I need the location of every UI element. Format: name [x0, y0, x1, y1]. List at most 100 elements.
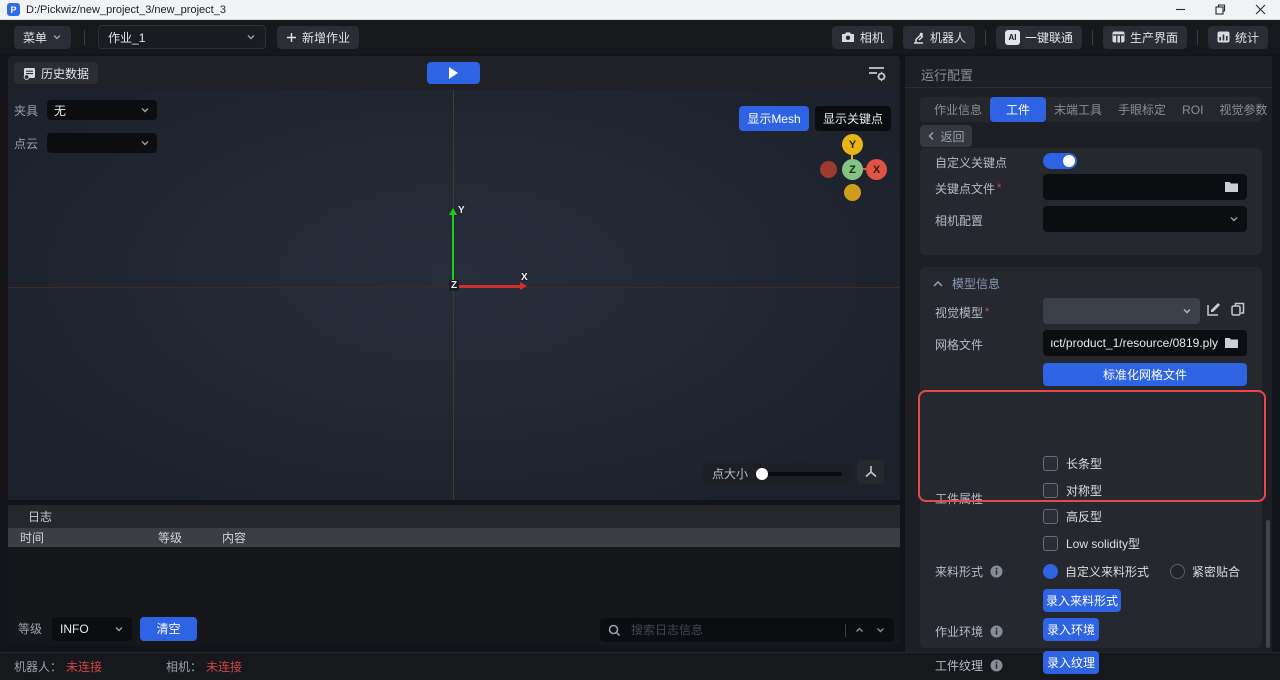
log-level-filter-label: 等级 [18, 620, 42, 637]
log-column-headers: 时间 等级 内容 [8, 528, 900, 547]
log-search[interactable] [600, 618, 894, 642]
normalize-mesh-button[interactable]: 标准化网格文件 [1043, 363, 1247, 386]
tab-job-info[interactable]: 作业信息 [926, 98, 990, 121]
camera-status-value: 未连接 [206, 658, 242, 675]
show-mesh-button[interactable]: 显示Mesh [739, 106, 809, 131]
mesh-file-input[interactable]: oduct/product_1/resource/0819.ply [1043, 330, 1247, 356]
chevron-down-icon [1229, 214, 1239, 224]
minimize-button[interactable] [1160, 0, 1200, 19]
tab-hand-eye-calibration[interactable]: 手眼标定 [1110, 98, 1174, 121]
environment-label: 作业环境 [935, 623, 983, 640]
radio-tight-fit[interactable] [1170, 564, 1185, 579]
info-icon [990, 625, 1003, 638]
tab-vision-params[interactable]: 视觉参数 [1211, 98, 1275, 121]
clear-log-button[interactable]: 清空 [140, 617, 197, 641]
point-size-track[interactable] [756, 472, 842, 476]
attr-option-row[interactable]: 对称型 [1043, 482, 1102, 499]
log-title: 日志 [28, 508, 52, 525]
production-view-button[interactable]: 生产界面 [1103, 26, 1187, 49]
info-icon [990, 565, 1003, 578]
gizmo-negy-handle[interactable] [844, 184, 861, 201]
custom-keypoint-toggle[interactable] [1043, 153, 1077, 169]
search-next-icon[interactable] [875, 625, 886, 635]
restore-button[interactable] [1200, 0, 1240, 19]
close-button[interactable] [1240, 0, 1280, 19]
one-key-connect-button[interactable]: AI 一键联通 [996, 26, 1082, 49]
robot-icon [912, 31, 925, 44]
gizmo-x-handle[interactable]: X [866, 159, 887, 180]
camera-button[interactable]: 相机 [832, 26, 893, 49]
job-select[interactable]: 作业_1 [98, 25, 266, 49]
point-size-slider[interactable]: 点大小 [703, 463, 851, 484]
model-info-label: 模型信息 [952, 275, 1000, 292]
camera-config-label: 相机配置 [935, 212, 983, 229]
search-prev-icon[interactable] [854, 625, 865, 635]
log-level-select[interactable]: INFO [52, 617, 132, 641]
folder-icon[interactable] [1224, 181, 1239, 193]
gizmo-negx-handle[interactable] [820, 161, 837, 178]
run-config-panel: 运行配置 作业信息 工件 末端工具 手眼标定 ROI 视觉参数 返回 自定义关键… [905, 56, 1272, 652]
history-data-icon [23, 67, 36, 80]
window-title: D:/Pickwiz/new_project_3/new_project_3 [26, 4, 226, 16]
pointcloud-select[interactable] [47, 133, 157, 153]
vision-model-select[interactable] [1043, 298, 1200, 324]
attr-option-row[interactable]: Low solidity型 [1043, 535, 1140, 552]
tab-workpiece[interactable]: 工件 [990, 97, 1046, 122]
gizmo-z-handle[interactable]: Z [842, 159, 863, 180]
axis-x-arrow [520, 282, 527, 290]
tab-end-tool[interactable]: 末端工具 [1046, 98, 1110, 121]
edit-model-button[interactable] [1206, 301, 1222, 317]
chevron-down-icon [1182, 306, 1192, 316]
viewport-3d[interactable]: Y X Z 夹具 无 点云 显示Mesh 显示关键点 Y X Z 点大小 [8, 90, 900, 500]
point-size-handle[interactable] [756, 468, 768, 480]
attr-option-row[interactable]: 高反型 [1043, 508, 1102, 525]
workpiece-attr-label: 工件属性 [935, 490, 983, 507]
checkbox-high-reflective[interactable] [1043, 509, 1058, 524]
log-search-input[interactable] [629, 622, 837, 638]
history-data-button[interactable]: 历史数据 [14, 62, 98, 84]
record-environment-button[interactable]: 录入环境 [1043, 618, 1099, 641]
model-info-header[interactable]: 模型信息 [933, 275, 1000, 292]
menu-button[interactable]: 菜单 [14, 26, 71, 49]
window-controls [1160, 0, 1280, 19]
log-body[interactable]: 等级 INFO 清空 [8, 547, 900, 645]
ai-icon: AI [1005, 30, 1020, 45]
checkbox-long-strip[interactable] [1043, 456, 1058, 471]
log-header: 日志 [8, 505, 900, 528]
reset-view-button[interactable] [857, 460, 884, 484]
gizmo-y-handle[interactable]: Y [842, 134, 863, 155]
panel-scrollbar[interactable] [1266, 520, 1270, 648]
chevron-left-icon [927, 131, 936, 141]
statistics-button[interactable]: 统计 [1208, 26, 1268, 49]
chevron-down-icon [140, 105, 150, 115]
divider [84, 30, 85, 45]
keypoint-file-input[interactable] [1043, 174, 1247, 200]
chevron-down-icon [140, 138, 150, 148]
viewport-toolbar: 历史数据 [8, 56, 900, 90]
copy-model-button[interactable] [1230, 301, 1246, 317]
checkbox-low-solidity[interactable] [1043, 536, 1058, 551]
run-settings-button[interactable] [866, 63, 888, 83]
back-button[interactable]: 返回 [920, 125, 972, 147]
robot-button[interactable]: 机器人 [903, 26, 975, 49]
checkbox-symmetric[interactable] [1043, 483, 1058, 498]
list-gear-icon [866, 63, 888, 83]
chevron-down-icon [52, 32, 62, 42]
tab-roi[interactable]: ROI [1174, 100, 1211, 120]
camera-config-select[interactable] [1043, 206, 1247, 232]
show-keypoints-button[interactable]: 显示关键点 [815, 106, 891, 131]
menubar: 菜单 作业_1 新增作业 相机 机器人 AI 一键联通 生产界面 [0, 20, 1280, 54]
axis-y-line [452, 215, 454, 287]
folder-icon[interactable] [1224, 337, 1239, 349]
radio-custom-incoming[interactable] [1043, 564, 1058, 579]
mesh-file-label: 网格文件 [935, 336, 983, 353]
keypoint-file-label: 关键点文件 [935, 180, 1001, 197]
fixture-select[interactable]: 无 [47, 100, 157, 120]
run-button[interactable] [427, 62, 480, 84]
axis-y-label: Y [458, 205, 465, 216]
record-incoming-button[interactable]: 录入来料形式 [1043, 589, 1121, 612]
attr-option-row[interactable]: 长条型 [1043, 455, 1102, 472]
chevron-down-icon [246, 32, 256, 42]
record-texture-button[interactable]: 录入纹理 [1043, 651, 1099, 674]
add-job-button[interactable]: 新增作业 [277, 26, 359, 49]
